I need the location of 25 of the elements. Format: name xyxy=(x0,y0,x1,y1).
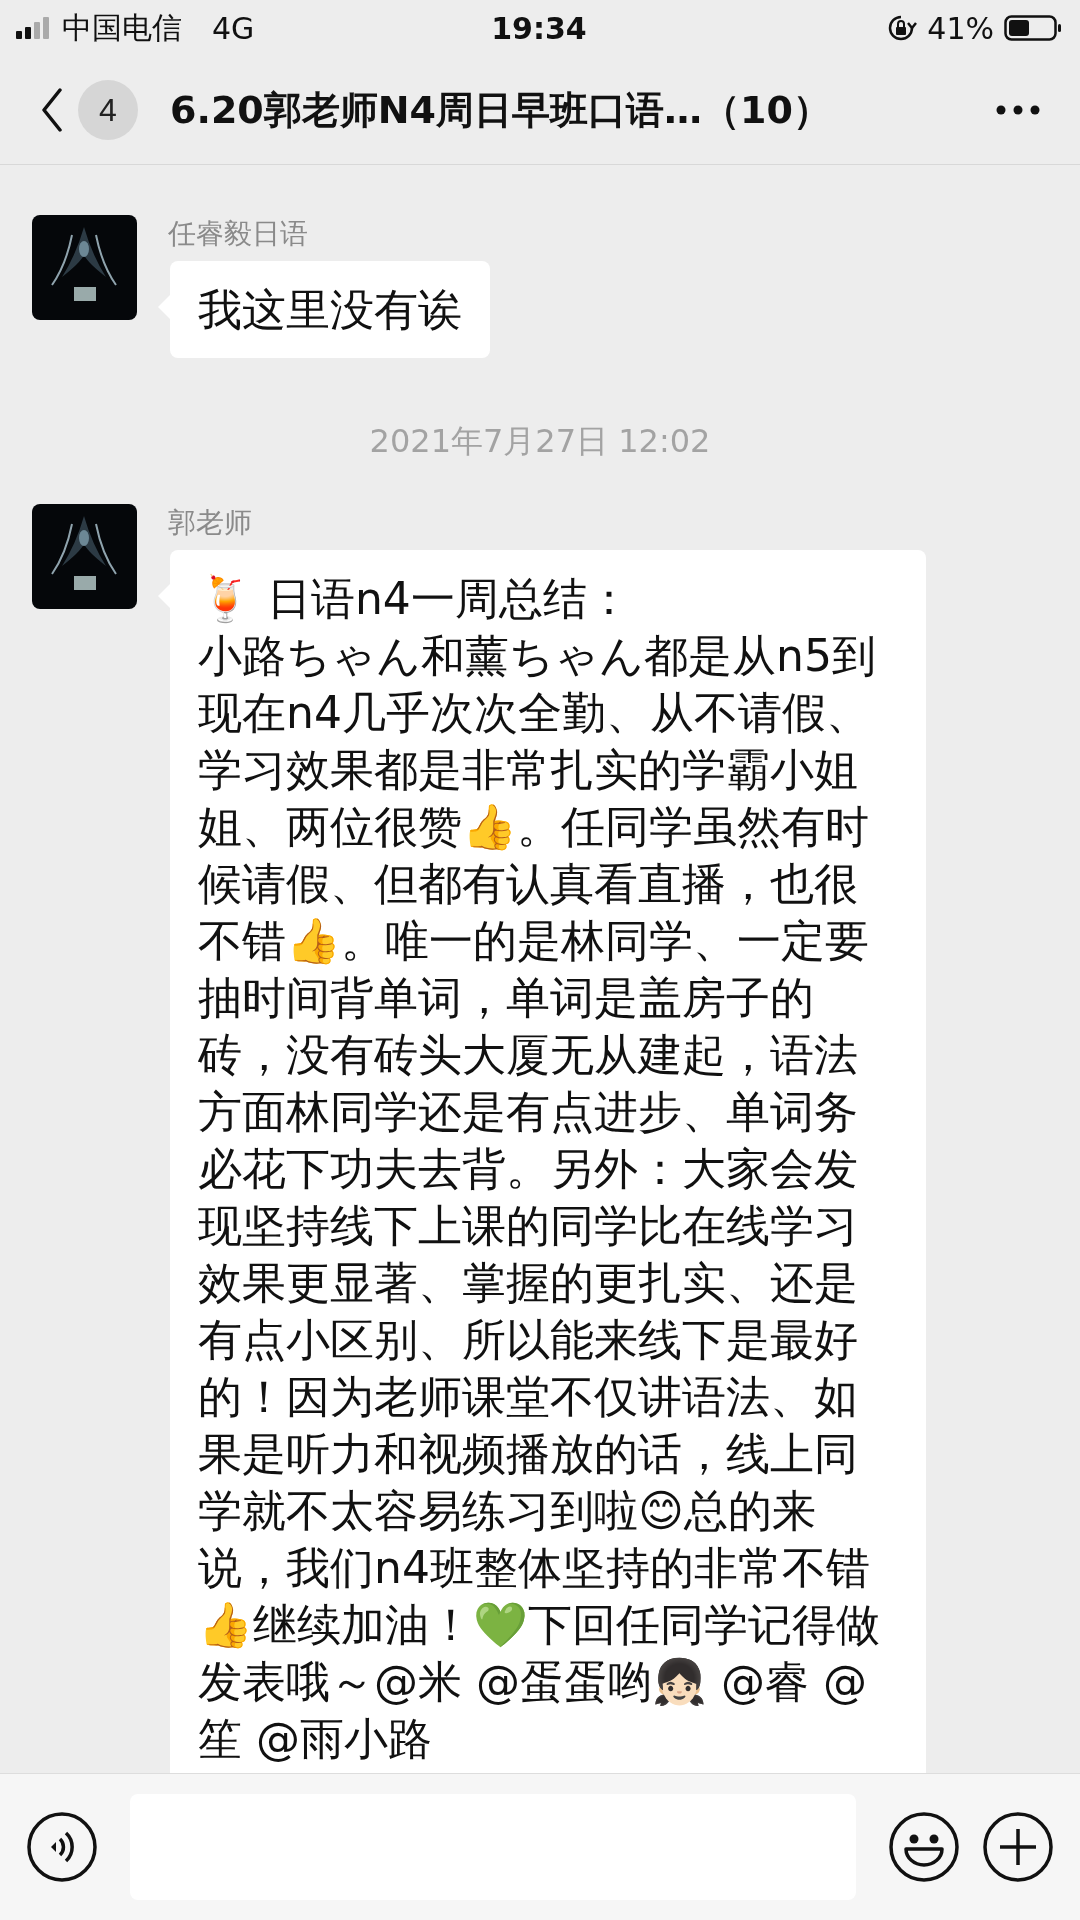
timestamp: 2021年7月27日 12:02 xyxy=(369,421,711,462)
back-button[interactable]: 4 xyxy=(40,80,138,140)
rotation-lock-icon xyxy=(887,14,918,42)
message-bubble: 我这里没有诶 xyxy=(170,261,490,358)
voice-button[interactable] xyxy=(26,1811,98,1883)
sender-name: 任睿毅日语 xyxy=(168,216,308,252)
carrier-name: 中国电信 xyxy=(62,8,182,47)
member-count: （10） xyxy=(702,86,831,134)
emoji-icon xyxy=(888,1811,960,1883)
back-icon xyxy=(40,88,64,132)
emoji-button[interactable] xyxy=(888,1811,960,1883)
battery-icon xyxy=(1004,15,1062,41)
add-button[interactable] xyxy=(982,1811,1054,1883)
voice-icon xyxy=(26,1811,98,1883)
network-type: 4G xyxy=(212,10,255,46)
message-text: 🍹 日语n4一周总结： xyxy=(198,572,632,626)
message-text: 小路ちゃん和薰ちゃん都是从n5到现在n4几乎次次全勤、从不请假、学习效果都是非常扎实的学霸小姐姐、两位很赞👍。任同学虽然有时候请假、但都有认真看直播，也很不错👍。唯一的是林同学、一定要抽时间背单词，单词是盖房子的砖，没有砖头大厦无从建起，语法方面林同学还是有点进步、单词务必花下功夫去背。另外：大家会发现坚持线下上课的同学比在线学习效果更显著、掌握的更扎实、还是有点小区别、所以能来线下是最好的！因为老师课堂不仅讲语法、如果是听力和视频播放的话，线上同学就不太容易练习到啦😊总的来说，我们n4班整体坚持的非常不错👍继续加油！💚下回任同学记得做发表哦～@米 @蛋蛋哟👧🏻 @睿 @笙 @雨小路 xyxy=(198,629,881,1766)
clock-time: 19:34 xyxy=(491,10,587,46)
chat-title: 6.20郭老师N4周日早班口语… xyxy=(170,86,702,134)
more-icon xyxy=(996,105,1040,115)
unread-count: 4 xyxy=(78,80,138,140)
sender-name: 郭老师 xyxy=(168,505,252,541)
plus-icon xyxy=(982,1811,1054,1883)
signal-icon xyxy=(16,17,50,39)
battery-percent: 41% xyxy=(927,10,994,46)
